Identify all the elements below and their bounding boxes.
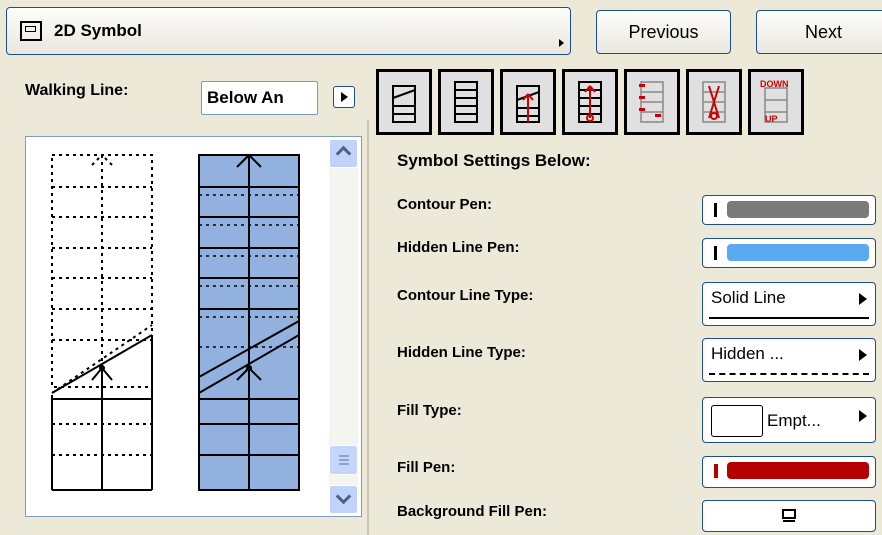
pen-tick-icon xyxy=(714,464,718,478)
background-fill-pen-button[interactable] xyxy=(702,500,876,532)
hidden-line-type-button[interactable]: Hidden ... xyxy=(702,338,876,382)
preview-scrollbar[interactable] xyxy=(329,139,358,514)
hidden-line-type-value: Hidden ... xyxy=(711,344,784,363)
chevron-down-icon xyxy=(335,488,352,505)
stair-arrow-icon[interactable] xyxy=(500,69,556,135)
contour-line-type-button[interactable]: Solid Line xyxy=(702,282,876,326)
fill-type-value: Empt... xyxy=(767,411,821,430)
dropdown-title: 2D Symbol xyxy=(54,21,142,40)
fill-pen-swatch xyxy=(727,462,869,479)
solid-line-sample xyxy=(709,317,869,319)
fill-type-label: Fill Type: xyxy=(397,402,462,419)
fill-pen-button[interactable] xyxy=(702,456,876,488)
stair-preview-drawing xyxy=(51,154,300,491)
dropdown-arrow-icon xyxy=(559,39,564,47)
play-arrow-icon xyxy=(859,293,867,305)
stair-down-up-icon[interactable]: DOWN UP xyxy=(748,69,804,135)
chevron-up-icon xyxy=(335,145,352,162)
contour-pen-label: Contour Pen: xyxy=(397,196,492,213)
stair-arrow-red-icon[interactable] xyxy=(562,69,618,135)
pen-tick-icon xyxy=(714,246,717,260)
hidden-line-type-label: Hidden Line Type: xyxy=(397,344,526,361)
scroll-up-button[interactable] xyxy=(329,139,358,168)
up-label: UP xyxy=(765,114,778,124)
play-arrow-icon xyxy=(341,92,348,102)
hidden-line-pen-swatch xyxy=(727,244,869,261)
scroll-down-button[interactable] xyxy=(329,485,358,514)
contour-pen-swatch xyxy=(727,201,869,218)
dashed-line-sample xyxy=(709,373,869,375)
contour-line-type-label: Contour Line Type: xyxy=(397,287,534,304)
play-arrow-icon xyxy=(859,410,867,422)
stair-below-icon[interactable] xyxy=(376,69,432,135)
contour-pen-button[interactable] xyxy=(702,195,876,225)
fill-preview-swatch xyxy=(711,405,763,437)
panel-divider xyxy=(367,120,369,535)
scroll-thumb[interactable] xyxy=(329,445,358,475)
stair-full-icon[interactable] xyxy=(438,69,494,135)
window-icon xyxy=(20,21,42,41)
walking-line-label: Walking Line: xyxy=(25,82,129,99)
previous-button[interactable]: Previous xyxy=(596,10,731,54)
down-label: DOWN xyxy=(760,79,789,89)
stair-filled-symbol xyxy=(198,154,300,491)
fill-pen-label: Fill Pen: xyxy=(397,459,456,476)
background-fill-pen-label: Background Fill Pen: xyxy=(397,503,548,520)
stair-text-icon[interactable] xyxy=(686,69,742,135)
walking-line-value: Below An xyxy=(207,88,284,107)
symbol-type-dropdown[interactable]: 2D Symbol xyxy=(6,7,571,55)
monitor-stand-icon xyxy=(783,520,795,522)
contour-line-type-value: Solid Line xyxy=(711,288,786,307)
next-button[interactable]: Next xyxy=(756,10,882,54)
stair-outline-symbol xyxy=(51,154,153,491)
monitor-icon xyxy=(782,509,796,519)
stair-labels-icon[interactable] xyxy=(624,69,680,135)
settings-heading: Symbol Settings Below: xyxy=(397,151,591,170)
hidden-line-pen-label: Hidden Line Pen: xyxy=(397,239,520,256)
symbol-thumbnails: DOWN UP xyxy=(376,69,882,139)
stair-preview xyxy=(25,136,362,517)
walking-line-arrow-button[interactable] xyxy=(333,86,355,108)
walking-line-select[interactable]: Below An xyxy=(201,81,318,115)
fill-type-button[interactable]: Empt... xyxy=(702,397,876,443)
play-arrow-icon xyxy=(859,349,867,361)
pen-tick-icon xyxy=(714,203,717,217)
hidden-line-pen-button[interactable] xyxy=(702,238,876,268)
